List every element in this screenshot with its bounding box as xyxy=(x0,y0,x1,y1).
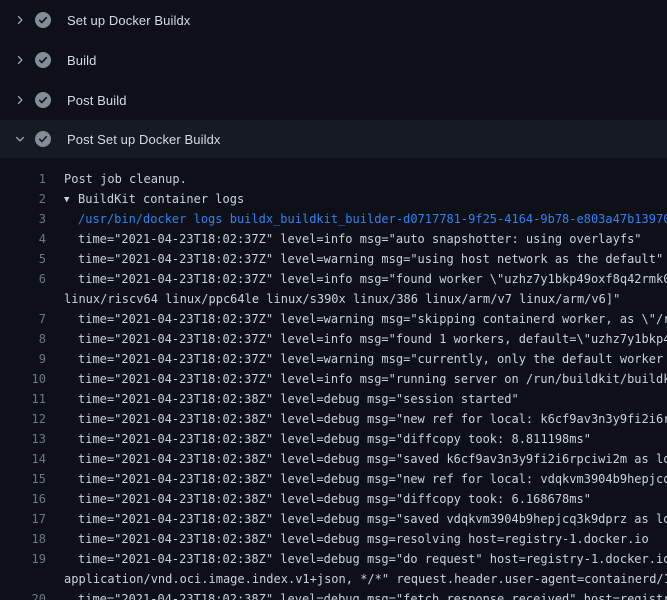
line-number xyxy=(0,289,46,309)
log-text: time="2021-04-23T18:02:38Z" level=debug … xyxy=(46,509,667,529)
log-line: 7time="2021-04-23T18:02:37Z" level=warni… xyxy=(0,309,667,329)
line-number[interactable]: 16 xyxy=(0,489,46,509)
log-line: 12time="2021-04-23T18:02:38Z" level=debu… xyxy=(0,409,667,429)
log-line: 15time="2021-04-23T18:02:38Z" level=debu… xyxy=(0,469,667,489)
log-line: 10time="2021-04-23T18:02:37Z" level=info… xyxy=(0,369,667,389)
chevron-right-icon xyxy=(12,12,28,28)
step-label: Post Set up Docker Buildx xyxy=(67,132,221,147)
log-text: time="2021-04-23T18:02:38Z" level=debug … xyxy=(46,589,667,600)
step-label: Post Build xyxy=(67,93,127,108)
log-text: ▼BuildKit container logs xyxy=(46,189,244,209)
log-line: 9time="2021-04-23T18:02:37Z" level=warni… xyxy=(0,349,667,369)
line-number[interactable]: 20 xyxy=(0,589,46,600)
chevron-right-icon xyxy=(12,92,28,108)
step-build[interactable]: Build xyxy=(0,40,667,80)
log-line: 2▼BuildKit container logs xyxy=(0,189,667,209)
log-line: 17time="2021-04-23T18:02:38Z" level=debu… xyxy=(0,509,667,529)
log-text: time="2021-04-23T18:02:38Z" level=debug … xyxy=(46,489,591,509)
log-area: 1Post job cleanup.2▼BuildKit container l… xyxy=(0,158,667,600)
log-text: time="2021-04-23T18:02:38Z" level=debug … xyxy=(46,429,591,449)
line-number[interactable]: 18 xyxy=(0,529,46,549)
line-number[interactable]: 2 xyxy=(0,189,46,209)
log-line-continuation: linux/riscv64 linux/ppc64le linux/s390x … xyxy=(0,289,667,309)
log-text: time="2021-04-23T18:02:37Z" level=info m… xyxy=(46,369,667,389)
step-post-set-up-docker-buildx[interactable]: Post Set up Docker Buildx xyxy=(0,120,667,158)
line-number[interactable]: 4 xyxy=(0,229,46,249)
step-set-up-docker-buildx[interactable]: Set up Docker Buildx xyxy=(0,0,667,40)
log-text: Post job cleanup. xyxy=(46,169,187,189)
log-line: 4time="2021-04-23T18:02:37Z" level=info … xyxy=(0,229,667,249)
log-line-continuation: application/vnd.oci.image.index.v1+json,… xyxy=(0,569,667,589)
log-text: time="2021-04-23T18:02:37Z" level=info m… xyxy=(46,329,667,349)
log-text: time="2021-04-23T18:02:37Z" level=warnin… xyxy=(46,249,663,269)
log-line: 5time="2021-04-23T18:02:37Z" level=warni… xyxy=(0,249,667,269)
log-text: time="2021-04-23T18:02:38Z" level=debug … xyxy=(46,529,649,549)
log-line: 18time="2021-04-23T18:02:38Z" level=debu… xyxy=(0,529,667,549)
check-circle-icon xyxy=(35,131,51,147)
line-number[interactable]: 7 xyxy=(0,309,46,329)
log-text: time="2021-04-23T18:02:38Z" level=debug … xyxy=(46,549,667,569)
log-lines: 1Post job cleanup.2▼BuildKit container l… xyxy=(0,169,667,600)
line-number[interactable]: 13 xyxy=(0,429,46,449)
log-text: time="2021-04-23T18:02:38Z" level=debug … xyxy=(46,449,667,469)
line-number[interactable]: 14 xyxy=(0,449,46,469)
log-line: 16time="2021-04-23T18:02:38Z" level=debu… xyxy=(0,489,667,509)
log-command-text: /usr/bin/docker logs buildx_buildkit_bui… xyxy=(46,209,667,229)
group-toggle-icon[interactable]: ▼ xyxy=(64,190,78,209)
line-number[interactable]: 9 xyxy=(0,349,46,369)
line-number xyxy=(0,569,46,589)
line-number[interactable]: 11 xyxy=(0,389,46,409)
log-text: time="2021-04-23T18:02:38Z" level=debug … xyxy=(46,469,667,489)
check-circle-icon xyxy=(35,92,51,108)
step-label: Set up Docker Buildx xyxy=(67,13,190,28)
line-number[interactable]: 12 xyxy=(0,409,46,429)
log-text: time="2021-04-23T18:02:37Z" level=warnin… xyxy=(46,309,667,329)
log-line: 6time="2021-04-23T18:02:37Z" level=info … xyxy=(0,269,667,289)
log-line: 8time="2021-04-23T18:02:37Z" level=info … xyxy=(0,329,667,349)
log-line: 19time="2021-04-23T18:02:38Z" level=debu… xyxy=(0,549,667,569)
log-line: 13time="2021-04-23T18:02:38Z" level=debu… xyxy=(0,429,667,449)
step-label: Build xyxy=(67,53,96,68)
check-circle-icon xyxy=(35,12,51,28)
log-text: linux/riscv64 linux/ppc64le linux/s390x … xyxy=(46,289,620,309)
log-line: 14time="2021-04-23T18:02:38Z" level=debu… xyxy=(0,449,667,469)
line-number[interactable]: 15 xyxy=(0,469,46,489)
chevron-down-icon xyxy=(12,131,28,147)
log-line: 11time="2021-04-23T18:02:38Z" level=debu… xyxy=(0,389,667,409)
log-text: time="2021-04-23T18:02:37Z" level=info m… xyxy=(46,229,642,249)
chevron-right-icon xyxy=(12,52,28,68)
step-post-build[interactable]: Post Build xyxy=(0,80,667,120)
log-text: time="2021-04-23T18:02:37Z" level=info m… xyxy=(46,269,667,289)
line-number[interactable]: 17 xyxy=(0,509,46,529)
line-number[interactable]: 3 xyxy=(0,209,46,229)
log-line: 20time="2021-04-23T18:02:38Z" level=debu… xyxy=(0,589,667,600)
line-number[interactable]: 6 xyxy=(0,269,46,289)
line-number[interactable]: 1 xyxy=(0,169,46,189)
log-line: 3/usr/bin/docker logs buildx_buildkit_bu… xyxy=(0,209,667,229)
log-text: time="2021-04-23T18:02:37Z" level=warnin… xyxy=(46,349,667,369)
line-number[interactable]: 19 xyxy=(0,549,46,569)
line-number[interactable]: 10 xyxy=(0,369,46,389)
line-number[interactable]: 5 xyxy=(0,249,46,269)
log-text: time="2021-04-23T18:02:38Z" level=debug … xyxy=(46,389,519,409)
log-text: time="2021-04-23T18:02:38Z" level=debug … xyxy=(46,409,667,429)
check-circle-icon xyxy=(35,52,51,68)
log-line: 1Post job cleanup. xyxy=(0,169,667,189)
steps-list: Set up Docker Buildx Build Post Build xyxy=(0,0,667,158)
line-number[interactable]: 8 xyxy=(0,329,46,349)
job-log-viewer: Set up Docker Buildx Build Post Build xyxy=(0,0,667,600)
log-text: application/vnd.oci.image.index.v1+json,… xyxy=(46,569,667,589)
